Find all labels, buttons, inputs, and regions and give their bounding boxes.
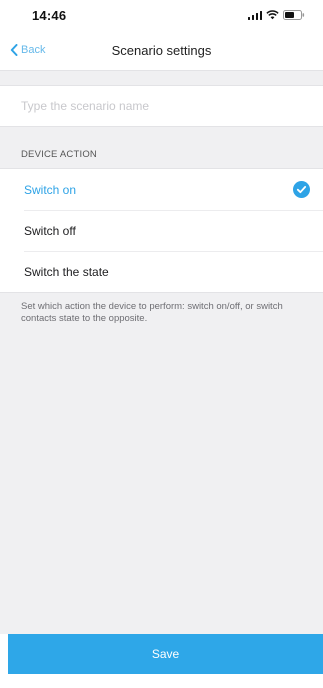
- option-switch-the-state[interactable]: Switch the state: [0, 251, 323, 292]
- scenario-name-field: [0, 85, 323, 127]
- page-title: Scenario settings: [111, 42, 212, 58]
- scenario-name-input[interactable]: [0, 86, 323, 126]
- back-button[interactable]: Back: [10, 30, 45, 70]
- signal-icon: [247, 10, 262, 20]
- nav-bar: Back Scenario settings: [0, 30, 323, 71]
- device-action-hint: Set which action the device to perform: …: [21, 301, 283, 324]
- chevron-left-icon: [10, 44, 18, 56]
- option-label: Switch off: [24, 223, 76, 238]
- status-time: 14:46: [32, 7, 67, 23]
- wifi-icon: [266, 10, 279, 20]
- section-header-device-action: DEVICE ACTION: [21, 149, 97, 160]
- battery-icon: [283, 10, 305, 20]
- scenario-settings-screen: 14:46 Back Scenario settings Type the sc…: [0, 0, 323, 688]
- content-area: DEVICE ACTION Switch on Switch off Switc…: [0, 71, 323, 634]
- option-label: Switch the state: [24, 264, 109, 279]
- checkmark-circle-icon: [293, 181, 310, 198]
- status-icons: [247, 10, 306, 20]
- save-button[interactable]: Save: [8, 634, 323, 674]
- device-action-options: Switch on Switch off Switch the state: [0, 168, 323, 293]
- option-label: Switch on: [24, 182, 77, 197]
- save-button-label: Save: [151, 647, 180, 661]
- status-bar: 14:46: [0, 0, 323, 30]
- back-label: Back: [21, 44, 46, 56]
- option-switch-on[interactable]: Switch on: [0, 169, 323, 210]
- option-switch-off[interactable]: Switch off: [0, 210, 323, 251]
